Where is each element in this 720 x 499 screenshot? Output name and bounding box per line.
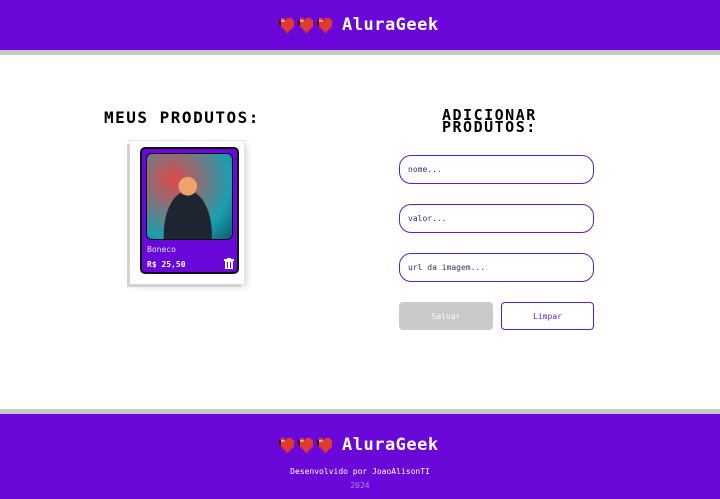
site-footer: AluraGeek Desenvolvido por JoaoAlisonTI …: [0, 409, 720, 499]
heart-icon: [298, 437, 314, 453]
form-title: ADICIONAR PRODUTOS:: [442, 106, 537, 136]
product-url-input[interactable]: [399, 253, 594, 282]
footer-year: 2024: [350, 481, 370, 490]
heart-icon: [279, 17, 295, 33]
product-price: R$ 25,50: [147, 260, 186, 269]
product-price-input[interactable]: [399, 204, 594, 233]
footer-credit: Desenvolvido por JoaoAlisonTI: [290, 467, 430, 476]
hearts-group: [279, 437, 334, 453]
clear-button[interactable]: Limpar: [501, 302, 594, 330]
hearts-group: [279, 17, 334, 33]
site-header: AluraGeek: [0, 0, 720, 55]
heart-icon: [298, 17, 314, 33]
header-logo[interactable]: AluraGeek: [279, 14, 439, 36]
logo-text: AluraGeek: [342, 15, 439, 35]
footer-logo[interactable]: AluraGeek: [279, 434, 439, 456]
trash-icon[interactable]: [224, 258, 234, 269]
products-title: MEUS PRODUTOS:: [104, 108, 260, 127]
logo-text: AluraGeek: [342, 435, 439, 455]
heart-icon: [279, 437, 295, 453]
product-name: Boneco: [147, 245, 176, 254]
save-button[interactable]: Salvar: [399, 302, 493, 330]
heart-icon: [317, 17, 333, 33]
product-image: [146, 153, 233, 240]
heart-icon: [317, 437, 333, 453]
product-card: Boneco R$ 25,50: [140, 147, 239, 274]
product-name-input[interactable]: [399, 155, 594, 184]
